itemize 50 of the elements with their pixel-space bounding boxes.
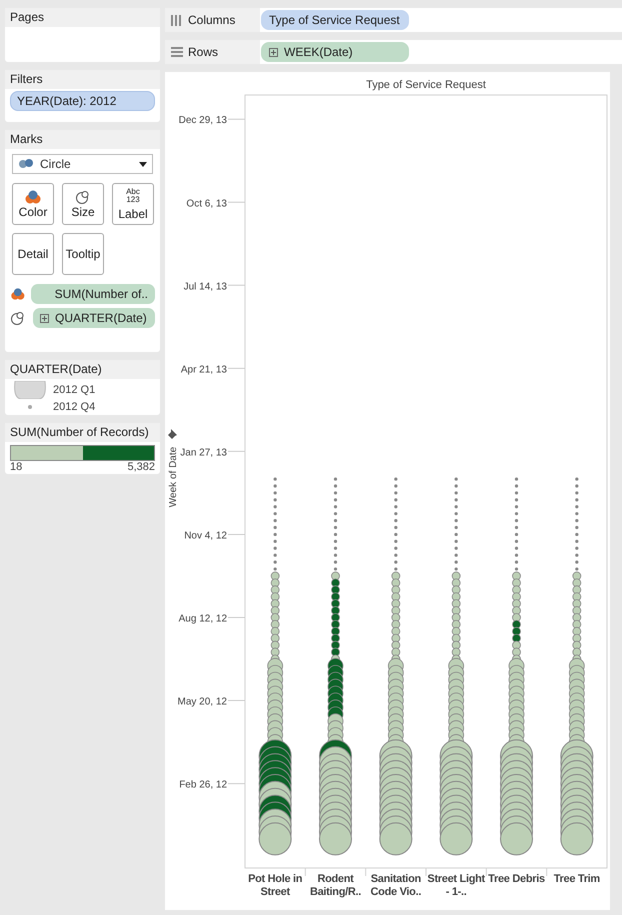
mark-type-dropdown[interactable]: Circle	[12, 154, 153, 174]
size-button[interactable]: Size	[62, 183, 104, 225]
label-button[interactable]: Abc 123 Label	[112, 183, 154, 225]
card-title: Marks	[5, 130, 160, 149]
y-tick-label: Jul 14, 13	[184, 281, 227, 292]
columns-icon	[171, 14, 183, 26]
shelf-label: Columns	[188, 12, 236, 29]
color-icon	[24, 190, 42, 204]
y-tick-label: Aug 12, 12	[178, 613, 227, 624]
y-tick-label: Nov 4, 12	[184, 530, 227, 542]
y-tick-label: Dec 29, 13	[178, 115, 227, 126]
field-pill[interactable]: QUARTER(Date)	[33, 308, 155, 328]
y-tick-label: Jan 27, 13	[180, 447, 227, 458]
small-circle-icon	[28, 405, 32, 410]
expand-icon	[40, 314, 49, 322]
color-icon	[10, 287, 26, 301]
category-label: Rodent Baiting/R..	[308, 873, 362, 899]
field-pill[interactable]: WEEK(Date)	[261, 42, 409, 62]
category-label: Tree Trim	[552, 873, 601, 886]
card-title: Filters	[5, 70, 160, 89]
category-label: Tree Debris	[487, 873, 546, 886]
circles-icon	[18, 159, 34, 169]
shelf-label: Rows	[188, 44, 218, 61]
detail-button[interactable]: Detail	[12, 233, 54, 275]
rows-icon	[171, 47, 183, 57]
legend-label: 2012 Q1	[53, 382, 96, 398]
legend-max-label: 5,382	[127, 461, 155, 474]
filter-pill[interactable]: YEAR(Date): 2012	[10, 91, 155, 111]
expand-icon	[269, 48, 278, 56]
legend-min-label: 18	[10, 461, 22, 474]
card-title: Pages	[5, 8, 160, 27]
label-glyph-icon: Abc 123	[126, 188, 140, 204]
tooltip-button[interactable]: Tooltip	[62, 233, 104, 275]
card-title: QUARTER(Date)	[5, 360, 160, 379]
size-icon	[75, 190, 91, 204]
chart-title: Type of Service Request	[366, 79, 486, 91]
card-title: SUM(Number of Records)	[5, 423, 160, 442]
y-tick-label: Apr 21, 13	[180, 364, 227, 376]
color-button[interactable]: Color	[12, 183, 54, 225]
y-tick-label: Oct 6, 13	[186, 198, 227, 210]
legend-label: 2012 Q4	[53, 400, 96, 415]
y-tick-label: Feb 26, 12	[179, 780, 227, 791]
field-pill[interactable]: Type of Service Request	[261, 10, 409, 30]
category-label: Pot Hole in Street	[247, 873, 304, 899]
field-pill[interactable]: SUM(Number of..	[30, 284, 155, 304]
category-label: Sanitation Code Vio..	[370, 873, 422, 899]
y-tick-label: May 20, 12	[178, 696, 227, 708]
axis-title: Week of Date	[168, 446, 179, 508]
dropdown-caret-icon	[139, 162, 147, 166]
category-label: Street Light - 1-..	[426, 873, 486, 899]
